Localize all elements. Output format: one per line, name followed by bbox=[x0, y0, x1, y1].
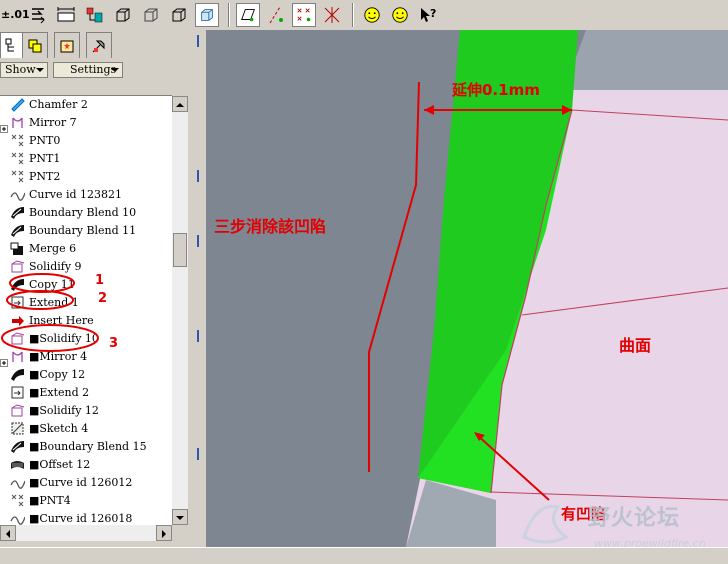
model-render bbox=[206, 30, 728, 547]
smiley-icon[interactable] bbox=[360, 3, 384, 27]
extend-label: 延伸0.1mm bbox=[452, 81, 540, 99]
datum-plane-icon[interactable] bbox=[236, 3, 260, 27]
highlight-extend1 bbox=[6, 290, 74, 310]
highlight-copy11 bbox=[9, 273, 75, 293]
smiley-2-icon[interactable] bbox=[388, 3, 412, 27]
step-number-3: 3 bbox=[109, 336, 119, 351]
watermark-title: 野火论坛 bbox=[588, 506, 681, 531]
shaded-view-icon[interactable] bbox=[195, 3, 219, 27]
splitter-grip bbox=[197, 35, 199, 47]
watermark-logo bbox=[522, 504, 569, 544]
highlight-solidify10 bbox=[1, 324, 99, 352]
step-number-2: 2 bbox=[98, 291, 108, 306]
surface-label: 曲面 bbox=[619, 336, 652, 355]
steps-label: 三步消除該凹陷 bbox=[214, 217, 327, 236]
status-bar bbox=[0, 547, 728, 564]
datum-point-icon[interactable] bbox=[292, 3, 316, 27]
graphics-viewport[interactable]: 延伸0.1mm 三步消除該凹陷 曲面 有凹陷 bbox=[206, 30, 728, 547]
splitter-grip bbox=[197, 330, 199, 342]
toolbar-separator bbox=[228, 3, 230, 27]
panel-splitter[interactable] bbox=[190, 30, 206, 547]
datum-axis-icon[interactable] bbox=[264, 3, 288, 27]
background-gray-region bbox=[564, 30, 728, 90]
step-number-1: 1 bbox=[95, 273, 105, 288]
splitter-grip bbox=[197, 235, 199, 247]
splitter-grip bbox=[197, 448, 199, 460]
datum-csys-icon[interactable] bbox=[320, 3, 344, 27]
toolbar-separator bbox=[352, 3, 354, 27]
svg-text:?: ? bbox=[430, 7, 436, 20]
splitter-grip bbox=[197, 170, 199, 182]
help-icon[interactable]: ? bbox=[416, 3, 440, 27]
